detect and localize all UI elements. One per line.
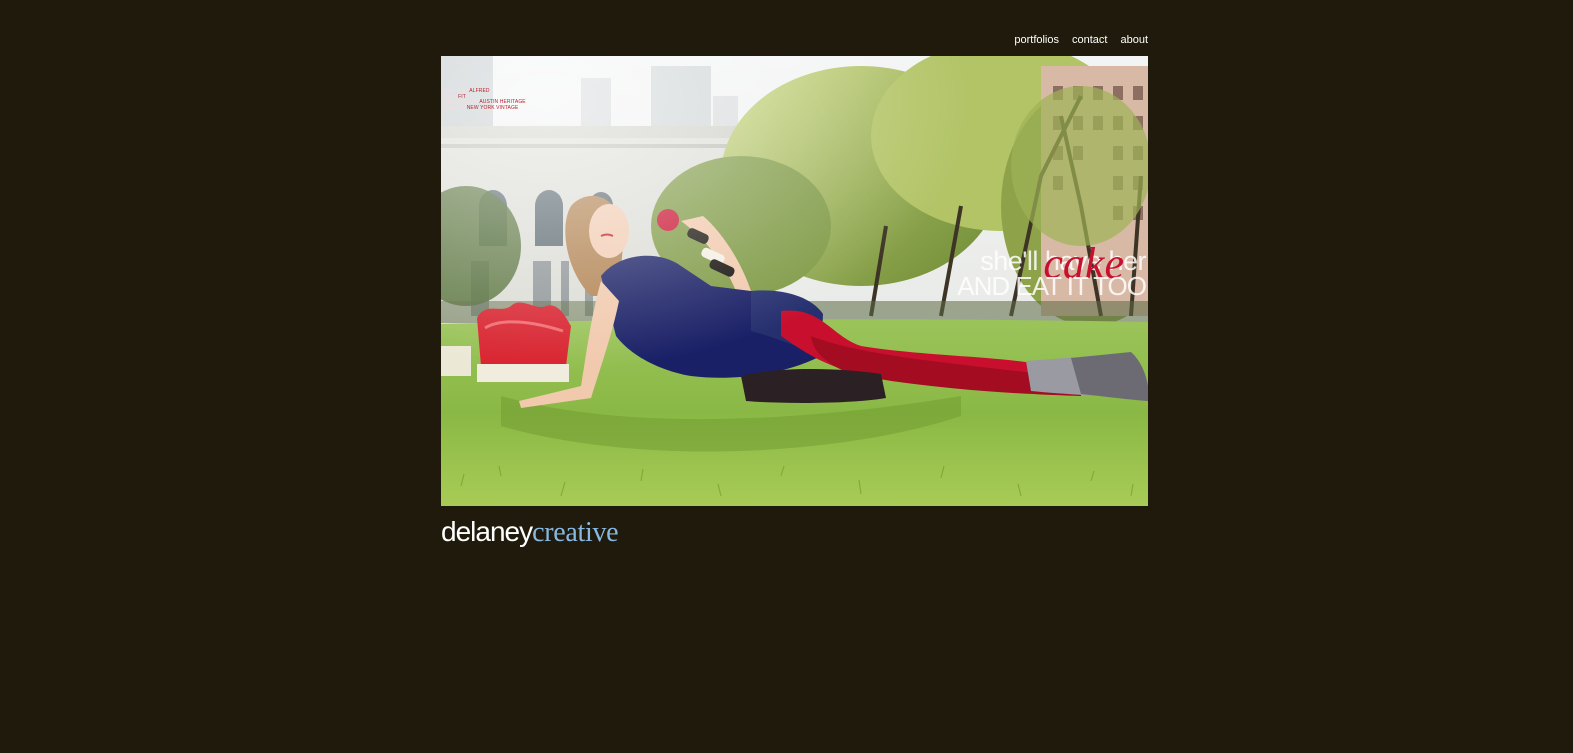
hero-tagline: she'll have her cake AND EAT IT TOO [957, 242, 1147, 301]
site-logo[interactable]: delaneycreative [441, 514, 619, 551]
hero-photo: blue dress ALFRED tights FIT bag and sho… [441, 56, 1148, 506]
nav-link-contact[interactable]: contact [1072, 34, 1107, 46]
tagline-line-2: AND EAT IT TOO [957, 271, 1147, 301]
logo-secondary: creative [532, 517, 619, 548]
credit-line: bracelets NEW YORK VINTAGE [444, 104, 519, 111]
nav-link-about[interactable]: about [1120, 34, 1148, 46]
top-nav: portfolios contact about [1014, 34, 1148, 46]
logo-primary: delaney [441, 516, 533, 547]
wardrobe-credits: blue dress ALFRED tights FIT bag and sho… [444, 88, 526, 111]
nav-link-portfolios[interactable]: portfolios [1014, 34, 1059, 46]
page: portfolios contact about blue dress ALFR… [0, 0, 1573, 753]
